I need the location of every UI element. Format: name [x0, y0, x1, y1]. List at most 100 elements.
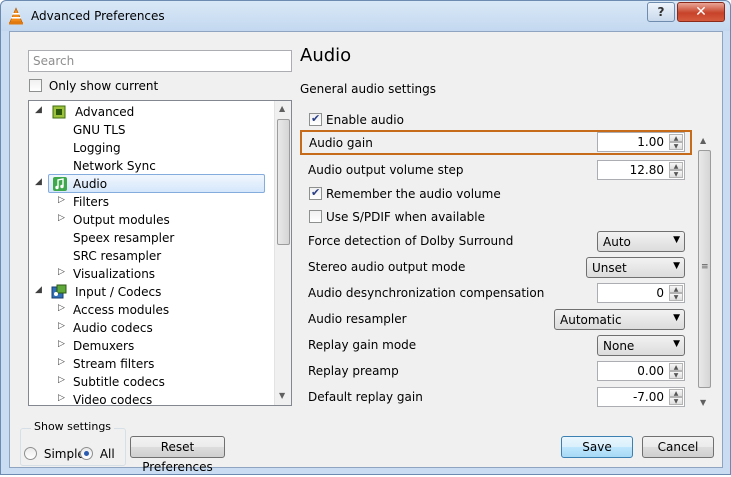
- category-tree[interactable]: ◢ Advanced GNU TLS Logging Network Sync …: [28, 100, 292, 406]
- spin-down-icon[interactable]: ▼: [669, 293, 683, 301]
- title-bar[interactable]: Advanced Preferences ? ✕: [1, 1, 730, 31]
- tree-item-speex-resampler[interactable]: Speex resampler: [31, 229, 271, 247]
- save-button[interactable]: Save: [561, 436, 633, 458]
- volume-step-row: Audio output volume step 12.80 ▲ ▼: [299, 158, 694, 182]
- tree-item-input-codecs[interactable]: ◢ Input / Codecs: [31, 283, 271, 301]
- help-button[interactable]: ?: [647, 2, 675, 22]
- enable-audio-row[interactable]: Enable audio: [299, 108, 694, 132]
- collapse-arrow-icon[interactable]: ◢: [35, 105, 45, 115]
- remember-volume-row[interactable]: Remember the audio volume: [299, 182, 694, 206]
- tree-item-network-sync[interactable]: Network Sync: [31, 157, 271, 175]
- scroll-up-arrow-icon[interactable]: ▲: [279, 104, 285, 113]
- tree-item-access-modules[interactable]: ▷ Access modules: [31, 301, 271, 319]
- resampler-select[interactable]: Automatic ▼: [554, 309, 685, 330]
- tree-item-stream-filters[interactable]: ▷ Stream filters: [31, 355, 271, 373]
- expand-arrow-icon[interactable]: ▷: [58, 303, 68, 313]
- tree-item-label: Stream filters: [73, 357, 155, 371]
- dolby-select[interactable]: Auto ▼: [597, 231, 685, 252]
- tree-item-src-resampler[interactable]: SRC resampler: [31, 247, 271, 265]
- scroll-up-arrow-icon[interactable]: ▲: [700, 136, 706, 145]
- replay-preamp-spinbox[interactable]: 0.00 ▲ ▼: [597, 361, 685, 381]
- spin-down-icon[interactable]: ▼: [669, 170, 683, 178]
- volume-step-label: Audio output volume step: [308, 163, 464, 177]
- desync-value: 0: [656, 286, 664, 300]
- audio-gain-spinbox[interactable]: 1.00 ▲ ▼: [597, 132, 685, 152]
- spin-buttons[interactable]: ▲ ▼: [669, 162, 683, 178]
- tree-item-subtitle-codecs[interactable]: ▷ Subtitle codecs: [31, 373, 271, 391]
- reset-preferences-button[interactable]: Reset Preferences: [130, 436, 225, 474]
- stereo-mode-select[interactable]: Unset ▼: [586, 257, 685, 278]
- collapse-arrow-icon[interactable]: ◢: [35, 177, 45, 187]
- dolby-value: Auto: [603, 235, 631, 249]
- spin-up-icon[interactable]: ▲: [669, 285, 683, 293]
- tree-item-demuxers[interactable]: ▷ Demuxers: [31, 337, 271, 355]
- default-replay-gain-spinbox[interactable]: -7.00 ▲ ▼: [597, 387, 685, 407]
- dropdown-arrow-icon: ▼: [673, 313, 680, 323]
- expand-arrow-icon[interactable]: ▷: [58, 213, 68, 223]
- expand-arrow-icon[interactable]: ▷: [58, 267, 68, 277]
- audio-note-icon: [53, 177, 67, 191]
- tree-item-visualizations[interactable]: ▷ Visualizations: [31, 265, 271, 283]
- replay-gain-mode-select[interactable]: None ▼: [597, 335, 685, 356]
- expand-arrow-icon[interactable]: ▷: [58, 339, 68, 349]
- tree-item-label: Access modules: [73, 303, 170, 317]
- scroll-down-arrow-icon[interactable]: ▼: [279, 391, 285, 400]
- spdif-row[interactable]: Use S/PDIF when available: [299, 205, 694, 229]
- resampler-label: Audio resampler: [308, 312, 407, 326]
- only-show-current-option[interactable]: Only show current: [29, 78, 158, 93]
- expand-arrow-icon[interactable]: ▷: [58, 375, 68, 385]
- all-option[interactable]: All: [80, 446, 115, 461]
- spin-up-icon[interactable]: ▲: [669, 134, 683, 142]
- dolby-row: Force detection of Dolby Surround Auto ▼: [299, 229, 694, 253]
- spin-buttons[interactable]: ▲ ▼: [669, 285, 683, 301]
- all-radio[interactable]: [80, 447, 93, 460]
- remember-volume-label: Remember the audio volume: [326, 187, 501, 201]
- settings-scrollbar[interactable]: ▲ ≡ ▼: [696, 102, 713, 412]
- spdif-checkbox[interactable]: [309, 210, 322, 223]
- scroll-down-arrow-icon[interactable]: ▼: [700, 398, 706, 407]
- tree-item-audio[interactable]: ◢ Audio: [35, 174, 265, 193]
- tree-item-gnu-tls[interactable]: GNU TLS: [31, 121, 271, 139]
- replay-gain-mode-row: Replay gain mode None ▼: [299, 333, 694, 357]
- spin-down-icon[interactable]: ▼: [669, 142, 683, 150]
- tree-item-advanced[interactable]: ◢ Advanced: [31, 103, 271, 121]
- spin-down-icon[interactable]: ▼: [669, 371, 683, 379]
- dropdown-arrow-icon: ▼: [673, 261, 680, 271]
- resampler-value: Automatic: [560, 313, 622, 327]
- search-input[interactable]: Search: [28, 50, 292, 72]
- tree-item-label: Audio: [73, 177, 108, 191]
- close-button[interactable]: ✕: [677, 2, 725, 22]
- only-show-current-checkbox[interactable]: [29, 79, 42, 92]
- tree-item-video-codecs[interactable]: ▷ Video codecs: [31, 391, 271, 405]
- tree-item-audio-codecs[interactable]: ▷ Audio codecs: [31, 319, 271, 337]
- spin-up-icon[interactable]: ▲: [669, 162, 683, 170]
- tree-item-output-modules[interactable]: ▷ Output modules: [31, 211, 271, 229]
- tree-scrollbar[interactable]: ▲ ▼: [274, 101, 291, 405]
- settings-panel: Enable audio Audio gain 1.00 ▲▼ Audio ou…: [299, 102, 716, 412]
- simple-option[interactable]: Simple: [24, 446, 85, 461]
- spin-up-icon[interactable]: ▲: [669, 363, 683, 371]
- expand-arrow-icon[interactable]: ▷: [58, 321, 68, 331]
- tree-item-label: Audio codecs: [73, 321, 153, 335]
- collapse-arrow-icon[interactable]: ◢: [35, 285, 45, 295]
- expand-arrow-icon[interactable]: ▷: [58, 357, 68, 367]
- tree-scrollbar-thumb[interactable]: [277, 119, 290, 245]
- cancel-button[interactable]: Cancel: [642, 436, 714, 458]
- expand-arrow-icon[interactable]: ▷: [58, 393, 68, 403]
- remember-volume-checkbox[interactable]: [309, 186, 322, 200]
- simple-radio[interactable]: [24, 447, 37, 460]
- tree-item-filters[interactable]: ▷ Filters: [31, 193, 271, 211]
- desync-spinbox[interactable]: 0 ▲ ▼: [597, 283, 685, 303]
- volume-step-spinbox[interactable]: 12.80 ▲ ▼: [597, 160, 685, 180]
- spin-down-icon[interactable]: ▼: [669, 397, 683, 405]
- all-label: All: [99, 446, 115, 461]
- enable-audio-checkbox[interactable]: [309, 112, 322, 126]
- tree-item-label: Demuxers: [73, 339, 135, 353]
- expand-arrow-icon[interactable]: ▷: [58, 195, 68, 205]
- spin-buttons[interactable]: ▲ ▼: [669, 134, 683, 150]
- desync-row: Audio desynchronization compensation 0 ▲…: [299, 281, 694, 305]
- spin-buttons[interactable]: ▲ ▼: [669, 363, 683, 379]
- spin-buttons[interactable]: ▲ ▼: [669, 389, 683, 405]
- tree-item-logging[interactable]: Logging: [31, 139, 271, 157]
- spin-up-icon[interactable]: ▲: [669, 389, 683, 397]
